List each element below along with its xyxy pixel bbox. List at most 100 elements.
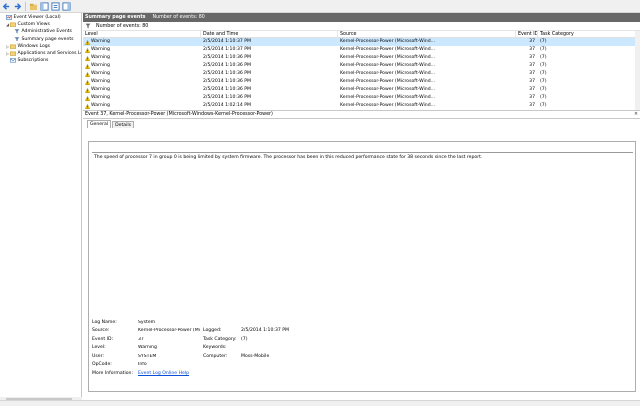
grid-vertical-scrollbar[interactable] xyxy=(635,31,640,110)
source-cell: Kernel-Processor-Power (Microsoft-Wind..… xyxy=(340,47,436,52)
event-message[interactable]: The speed of processor 7 in group 0 is b… xyxy=(92,152,633,314)
task-category-cell: (7) xyxy=(540,95,547,100)
source-cell: Kernel-Processor-Power (Microsoft-Wind..… xyxy=(340,55,436,60)
prop-row-log-name: Log Name: System xyxy=(92,318,392,327)
filter-icon xyxy=(14,29,20,34)
column-header[interactable]: Event ID xyxy=(516,31,538,38)
toolbar xyxy=(0,0,640,13)
task-category-cell: (7) xyxy=(540,87,547,92)
tree-item[interactable]: ▷ Applications and Services Lo xyxy=(0,50,81,57)
event-id-cell: 37 xyxy=(529,63,535,68)
level-cell: Warning xyxy=(83,62,201,70)
event-row[interactable]: Warning2/5/2014 1:10:36 PMKernel-Process… xyxy=(83,110,640,111)
warning-icon xyxy=(85,39,90,45)
event-id-cell: 37 xyxy=(529,47,535,52)
tree-item[interactable]: ◢ Custom Views xyxy=(0,21,81,28)
help-icon[interactable] xyxy=(62,1,71,11)
event-id-cell: 37 xyxy=(529,95,535,100)
filter-event-count: Number of events: 80 xyxy=(96,23,149,29)
level-text: Warning xyxy=(91,87,110,92)
tree-item[interactable]: ▷ Windows Logs xyxy=(0,43,81,50)
level-cell: Warning xyxy=(83,78,201,86)
date-cell: 2/5/2014 1:10:36 PM xyxy=(203,79,251,84)
level-cell: Warning xyxy=(83,86,201,94)
source-cell: Kernel-Processor-Power (Microsoft-Wind..… xyxy=(340,103,436,108)
level-text: Warning xyxy=(91,39,110,44)
task-category-cell: (7) xyxy=(540,39,547,44)
console-tree-icon[interactable] xyxy=(40,1,49,11)
event-row[interactable]: Warning 2/5/2014 1:10:36 PM Kernel-Process… xyxy=(83,78,640,86)
event-log-online-help-link[interactable]: Event Log Online Help xyxy=(138,371,228,376)
event-row[interactable]: Warning 2/5/2014 1:02:14 PM Kernel-Process… xyxy=(83,102,640,110)
column-header[interactable]: Date and Time xyxy=(201,31,338,38)
date-cell: 2/5/2014 1:02:14 PM xyxy=(203,103,251,108)
properties-icon[interactable] xyxy=(51,1,60,11)
task-category-cell: (7) xyxy=(538,110,638,111)
console-tree: Event Viewer (Local) ◢ Custom Views Adminis… xyxy=(0,13,82,406)
source-cell: Kernel-Processor-Power (Microsoft-Wind..… xyxy=(340,79,436,84)
tab-general[interactable]: General xyxy=(87,120,112,128)
event-row[interactable]: Warning2/5/2014 1:10:36 PMKernel-Process… xyxy=(83,54,640,62)
column-header-row: Level Date and Time Source Event ID Task Cat… xyxy=(83,31,640,38)
event-id-cell: 37 xyxy=(529,103,535,108)
tree-item[interactable]: Event Viewer (Local) xyxy=(0,14,81,21)
close-icon[interactable]: × xyxy=(634,112,638,117)
event-row[interactable]: Warning2/5/2014 1:10:36 PMKernel-Process… xyxy=(83,86,640,94)
logged-label: Logged: xyxy=(203,328,222,334)
view-event-count: Number of events: 80 xyxy=(152,15,205,20)
tree-item-label: Custom Views xyxy=(17,22,50,28)
event-viewer-icon xyxy=(6,15,12,20)
event-row[interactable]: Warning2/5/2014 1:10:36 PMKernel-Process… xyxy=(83,62,640,70)
user-label: User: xyxy=(92,353,104,359)
event-row[interactable]: Warning 2/5/2014 1:10:37 PM Kernel-Process… xyxy=(83,46,640,54)
date-cell: 2/5/2014 1:10:36 PM xyxy=(203,95,251,100)
tree-item-label: Subscriptions xyxy=(17,58,49,64)
tree-item-label: Windows Logs xyxy=(17,43,51,49)
tree-item[interactable]: Administrative Events xyxy=(0,28,81,35)
column-header[interactable]: Source xyxy=(338,31,516,38)
source-value: Kernel-Processor-Power (Mi xyxy=(138,328,200,334)
tree-item-label: Event Viewer (Local) xyxy=(13,15,61,20)
level-text: Warning xyxy=(91,47,110,52)
task-category-cell: (7) xyxy=(540,79,547,84)
prop-row-more-info: More Information: Event Log Online Help xyxy=(92,369,392,378)
task-category-cell: (7) xyxy=(540,103,547,108)
source-cell: Kernel-Processor-Power (Microsoft-Wind..… xyxy=(340,63,436,68)
tab-details[interactable]: Details xyxy=(112,121,135,128)
warning-icon xyxy=(85,55,90,61)
tree-item[interactable]: Subscriptions xyxy=(0,57,81,64)
tree-item[interactable]: Summary page events xyxy=(0,36,81,43)
folder-icon xyxy=(10,51,16,56)
event-row[interactable]: Warning2/5/2014 1:10:36 PMKernel-Process… xyxy=(83,70,640,78)
warning-icon xyxy=(85,79,90,85)
level-cell: Warning xyxy=(83,46,201,54)
event-row[interactable]: Warning2/5/2014 1:10:36 PMKernel-Process… xyxy=(83,94,640,102)
warning-icon xyxy=(85,103,90,109)
warning-icon xyxy=(85,71,90,77)
level-text: Warning xyxy=(91,63,110,68)
date-cell: 2/5/2014 1:10:37 PM xyxy=(203,39,251,44)
prop-row-source: Source: Kernel-Processor-Power (Mi Logge… xyxy=(92,327,392,336)
task-category-value: (7) xyxy=(241,336,248,342)
back-icon[interactable] xyxy=(2,2,11,11)
level-cell: Warning xyxy=(83,94,201,102)
tree-item-label: Applications and Services Lo xyxy=(17,50,82,56)
event-row[interactable]: Warning 2/5/2014 1:10:37 PM Kernel-Process… xyxy=(83,38,640,46)
task-category-label: Task Category: xyxy=(203,336,237,342)
level-text: Warning xyxy=(91,103,110,108)
filter-icon xyxy=(14,36,20,42)
filter-bar: Number of events: 80 xyxy=(83,22,640,31)
task-category-cell: (7) xyxy=(540,63,547,68)
forward-icon[interactable] xyxy=(13,2,22,11)
level-text: Warning xyxy=(91,55,110,60)
column-header[interactable]: Task Category xyxy=(538,31,638,38)
column-header[interactable]: Level xyxy=(83,31,201,38)
source-cell: Kernel-Processor-Power (Microsoft-Wind..… xyxy=(340,71,436,76)
tree-item-label: Administrative Events xyxy=(21,29,72,35)
level-text: Warning xyxy=(91,110,110,111)
folder-up-icon[interactable] xyxy=(29,2,38,11)
level-text: Warning xyxy=(91,79,110,84)
level-cell: Warning xyxy=(83,102,201,110)
filter-icon[interactable] xyxy=(85,23,91,29)
task-category-cell: (7) xyxy=(540,55,547,60)
